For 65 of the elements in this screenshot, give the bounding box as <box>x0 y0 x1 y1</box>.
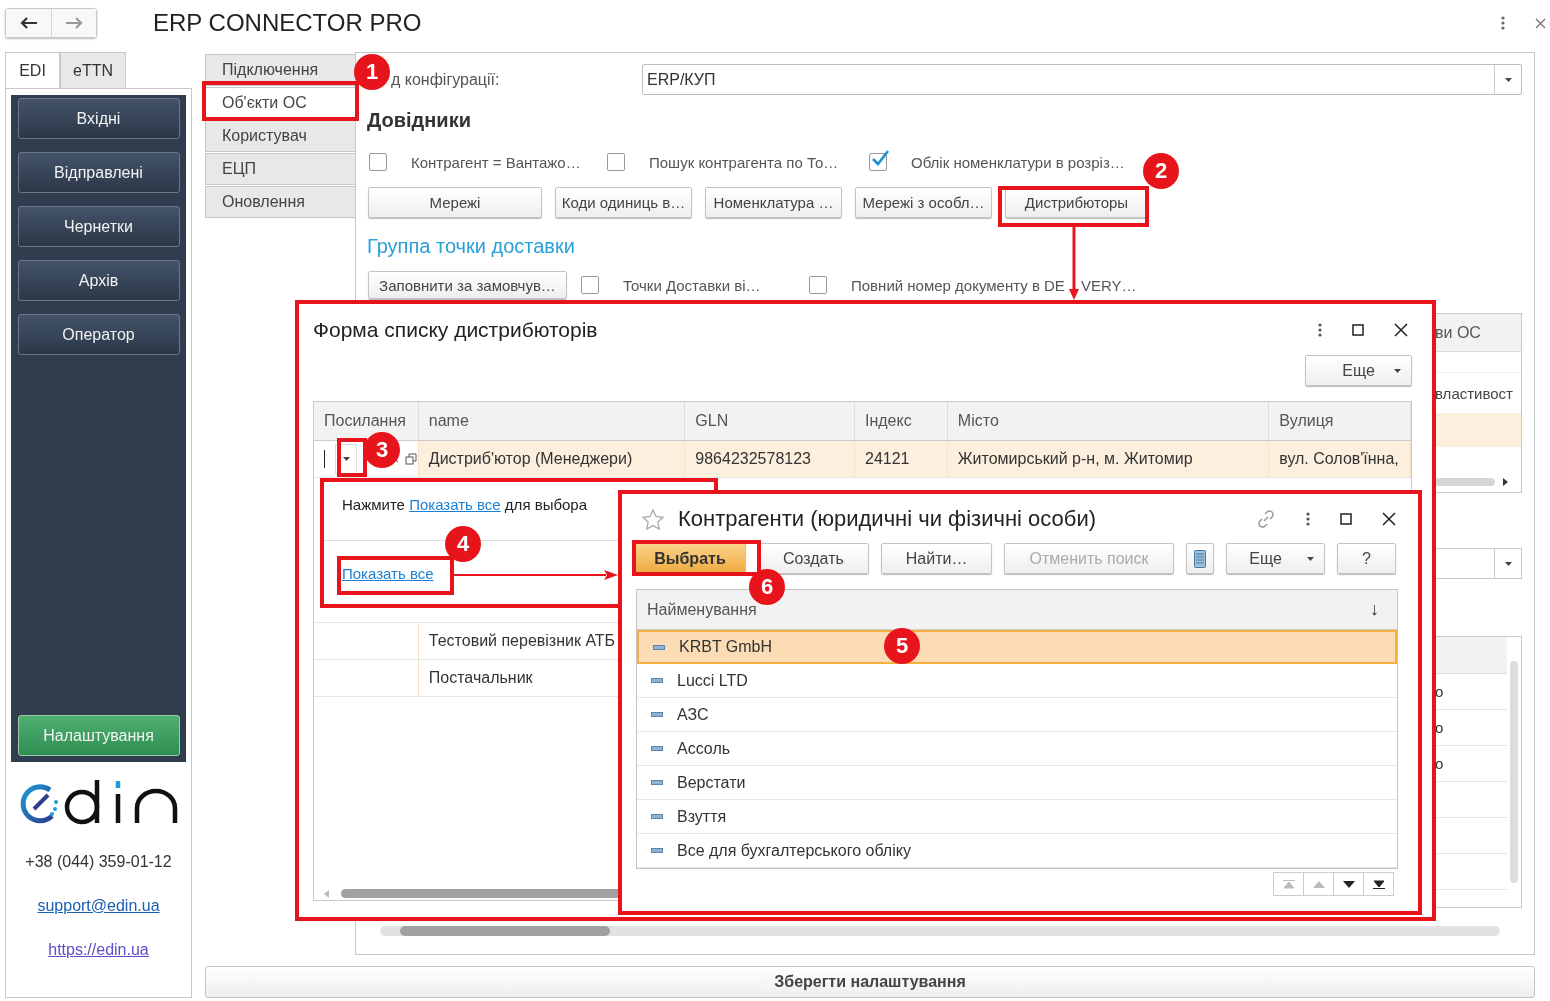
toolbar-button[interactable]: Найти… <box>880 543 993 574</box>
more-button[interactable]: Еще <box>1226 543 1326 574</box>
list-row[interactable]: Взуття <box>637 800 1397 834</box>
section-heading: Группа точки доставки <box>367 235 576 258</box>
checkbox-label: Контрагент = Вантажо… <box>411 153 581 171</box>
show-all-link[interactable]: Показать все <box>342 565 434 582</box>
email-link[interactable]: support@edin.ua <box>37 897 160 915</box>
directory-button[interactable]: Мережі з особл… <box>855 187 992 218</box>
column-header: ви ОС <box>1435 323 1481 342</box>
list-row[interactable]: Ассоль <box>637 732 1397 766</box>
step-badge: 2 <box>1143 153 1179 189</box>
section-tab[interactable]: ЕЦП <box>205 153 355 185</box>
checkbox-label: Облік номенклатури в розріз… <box>911 153 1125 171</box>
table-cell: 9864232578123 <box>695 450 811 468</box>
checkbox-label: Точки Доставки ві… <box>623 276 761 294</box>
table-cell: о <box>1435 683 1444 700</box>
phone-number: +38 (044) 359-01-12 <box>25 853 172 871</box>
table-cell: о <box>1435 755 1444 772</box>
toolbar-button[interactable]: Создать <box>758 543 869 574</box>
list-row[interactable]: Верстати <box>637 766 1397 800</box>
tab[interactable]: eTTN <box>60 52 126 88</box>
website-link[interactable]: https://edin.ua <box>48 941 149 959</box>
checkbox-label: Пошук контрагента по То… <box>649 153 839 171</box>
step-badge: 1 <box>354 54 390 90</box>
configuration-select[interactable]: ERP/КУП <box>642 64 1522 95</box>
list-row[interactable]: Lucci LTD <box>637 664 1397 698</box>
directory-button[interactable]: Коди одиниць в… <box>555 187 692 218</box>
section-tab[interactable]: Оновлення <box>205 186 355 218</box>
table-cell: 24121 <box>865 450 910 468</box>
toolbar-button[interactable]: ? <box>1337 543 1396 574</box>
tab[interactable]: EDI <box>5 52 60 88</box>
save-button[interactable]: Зберегти налаштування <box>205 966 1535 998</box>
table-cell: Тестовий перевізник АТБ <box>428 632 616 650</box>
menu-button[interactable]: Відправлені <box>17 152 180 193</box>
table-cell: о <box>1435 719 1444 736</box>
app-title: ERP CONNECTOR PRO <box>153 9 422 37</box>
more-button[interactable]: Еще <box>1305 355 1412 386</box>
menu-button[interactable]: Архів <box>17 260 180 301</box>
list-row[interactable]: АЗС <box>637 698 1397 732</box>
checkbox-label: Повний номер документу в DE <box>851 276 1065 294</box>
directory-button[interactable]: Мережі <box>368 187 542 218</box>
column-header[interactable]: Індекс <box>855 402 948 440</box>
checkbox-label: VERY… <box>1080 276 1137 294</box>
column-header[interactable]: GLN <box>685 402 855 440</box>
window-title: Форма списку дистрибюторів <box>313 317 598 342</box>
section-heading: Довідники <box>367 109 472 132</box>
sort-indicator: ↓ <box>1370 599 1379 620</box>
window-title: Контрагенти (юридичні чи фізичні особи) <box>678 506 1096 532</box>
menu-button[interactable]: Оператор <box>17 314 180 355</box>
menu-button[interactable]: Чернетки <box>17 206 180 247</box>
column-header[interactable]: name <box>418 402 686 440</box>
table-cell: властивост <box>1435 384 1513 402</box>
table-cell: Дистриб'ютор (Менеджери) <box>428 450 633 468</box>
section-tab[interactable]: Користувач <box>205 120 355 152</box>
table-cell: Постачальник <box>428 669 533 687</box>
menu-button[interactable]: Вхідні <box>17 98 180 139</box>
list-row[interactable]: Все для бухгалтерського обліку <box>637 834 1397 868</box>
fill-defaults-button[interactable]: Заповнити за замовчув… <box>368 271 567 299</box>
field-label: д конфігурації: <box>391 70 500 88</box>
table-cell: Житомирський р-н, м. Житомир <box>957 450 1193 468</box>
column-header[interactable]: Вулиця <box>1269 402 1411 440</box>
column-header[interactable]: Місто <box>947 402 1270 440</box>
table-cell: вул. Солов'їнна, <box>1279 450 1399 468</box>
show-all-link[interactable]: Показать все <box>409 496 501 513</box>
directory-button[interactable]: Номенклатура … <box>705 187 842 218</box>
